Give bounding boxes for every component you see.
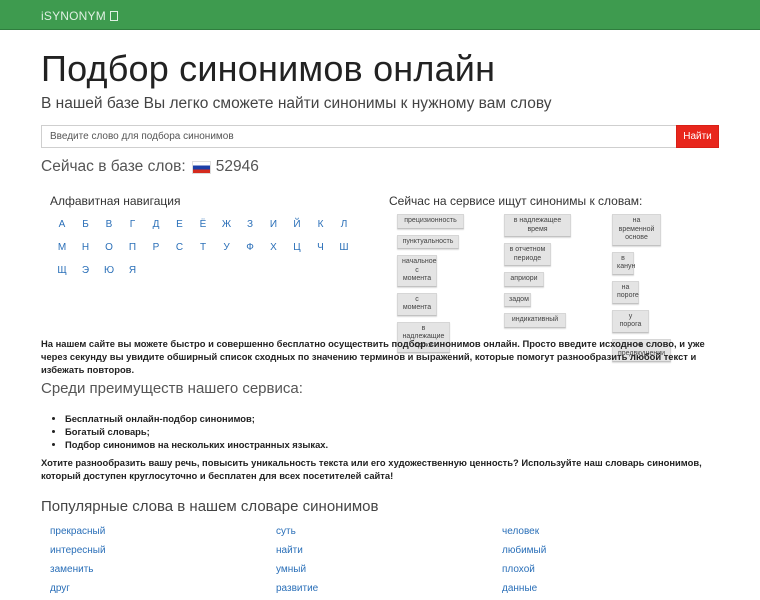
page-subtitle: В нашей базе Вы легко сможете найти сино… — [41, 95, 552, 112]
recent-search-tag[interactable]: задом — [504, 292, 531, 307]
popular-word-link[interactable]: суть — [276, 522, 318, 541]
alphabet-letter-link[interactable]: Э — [78, 265, 94, 276]
alphabet-letter-link[interactable]: А — [54, 219, 70, 230]
alphabet-letter-link[interactable]: О — [101, 242, 117, 253]
outro-text: Хотите разнообразить вашу речь, повысить… — [41, 457, 702, 481]
recent-search-tag[interactable]: начальное с момента — [397, 255, 437, 287]
benefits-list: Бесплатный онлайн-подбор синонимов;Богат… — [65, 412, 328, 451]
alphabet-letter-link[interactable]: Д — [148, 219, 164, 230]
popular-word-link[interactable]: прекрасный — [50, 522, 106, 541]
alphabet-letter-link[interactable]: С — [172, 242, 188, 253]
alphabet-letter-link[interactable]: Х — [266, 242, 282, 253]
search-input[interactable] — [41, 125, 677, 148]
popular-words-column: человек любимый плохой данные — [502, 522, 546, 598]
popular-word-link[interactable]: плохой — [502, 560, 546, 579]
alphabet-letter-link[interactable]: Й — [289, 219, 305, 230]
alphabet-letter-link[interactable]: У — [219, 242, 235, 253]
popular-word-link[interactable]: друг — [50, 579, 106, 598]
recent-search-tag[interactable]: пунктуальность — [397, 234, 459, 249]
search-button[interactable]: Найти — [676, 125, 719, 148]
alphabet-letter-link[interactable]: Л — [336, 219, 352, 230]
popular-word-link[interactable]: заменить — [50, 560, 106, 579]
recent-search-tag[interactable]: с момента — [397, 292, 437, 316]
alphabet-nav-title: Алфавитная навигация — [50, 194, 181, 208]
popular-word-link[interactable]: развитие — [276, 579, 318, 598]
benefit-item: Бесплатный онлайн-подбор синонимов; — [65, 412, 328, 425]
alphabet-nav: АБВГДЕЁЖЗИЙКЛМНОПРСТУФХЦЧШЩЭЮЯ — [50, 219, 370, 288]
recent-search-tag[interactable]: в канун — [612, 251, 635, 275]
page-title: Подбор синонимов онлайн — [41, 48, 496, 89]
popular-word-link[interactable]: человек — [502, 522, 546, 541]
alphabet-letter-link[interactable]: З — [242, 219, 258, 230]
alphabet-letter-link[interactable]: Ф — [242, 242, 258, 253]
alphabet-letter-link[interactable]: Ё — [195, 219, 211, 230]
alphabet-row: ЩЭЮЯ — [50, 265, 370, 288]
brand-square-icon — [109, 11, 118, 21]
recent-search-tag[interactable]: на временной основе — [612, 214, 661, 246]
db-count-value: 52946 — [215, 158, 259, 175]
recent-search-tag[interactable]: в надлежащее время — [504, 214, 571, 237]
intro-text: На нашем сайте вы можете быстро и соверш… — [41, 338, 705, 375]
alphabet-letter-link[interactable]: Н — [78, 242, 94, 253]
alphabet-letter-link[interactable]: В — [101, 219, 117, 230]
benefit-item: Подбор синонимов на нескольких иностранн… — [65, 438, 328, 451]
recent-searches-title: Сейчас на сервисе ищут синонимы к словам… — [389, 194, 643, 208]
alphabet-letter-link[interactable]: Ц — [289, 242, 305, 253]
brand-name: iSYNONYM — [41, 9, 106, 23]
alphabet-letter-link[interactable]: Ш — [336, 242, 352, 253]
alphabet-letter-link[interactable]: Р — [148, 242, 164, 253]
top-navbar: iSYNONYM — [0, 0, 760, 30]
recent-search-tag[interactable]: индикативный — [504, 313, 566, 328]
recent-searches-column: в надлежащее время в отчетном периоде апри… — [504, 214, 571, 334]
popular-word-link[interactable]: найти — [276, 541, 318, 560]
db-count: Сейчас в базе слов: 52946 — [41, 158, 259, 176]
alphabet-letter-link[interactable]: Б — [78, 219, 94, 230]
alphabet-letter-link[interactable]: Ч — [313, 242, 329, 253]
brand-logo[interactable]: iSYNONYM — [41, 9, 118, 23]
alphabet-letter-link[interactable]: Щ — [54, 265, 70, 276]
alphabet-row: АБВГДЕЁЖЗИЙКЛ — [50, 219, 370, 242]
popular-words-title: Популярные слова в нашем словаре синоним… — [41, 498, 379, 515]
recent-search-tag[interactable]: в отчетном периоде — [504, 243, 551, 266]
alphabet-letter-link[interactable]: Г — [125, 219, 141, 230]
alphabet-letter-link[interactable]: Ю — [101, 265, 117, 276]
recent-search-tag[interactable]: прецизионность — [397, 214, 464, 229]
alphabet-row: МНОПРСТУФХЦЧШ — [50, 242, 370, 265]
alphabet-letter-link[interactable]: Я — [125, 265, 141, 276]
alphabet-letter-link[interactable]: Т — [195, 242, 211, 253]
recent-search-tag[interactable]: априори — [504, 272, 544, 287]
alphabet-letter-link[interactable]: П — [125, 242, 141, 253]
russian-flag-icon — [191, 160, 211, 174]
popular-words-column: суть найти умный развитие — [276, 522, 318, 598]
popular-word-link[interactable]: интересный — [50, 541, 106, 560]
alphabet-letter-link[interactable]: К — [313, 219, 329, 230]
recent-search-tag[interactable]: на пороге — [612, 280, 639, 304]
alphabet-letter-link[interactable]: М — [54, 242, 70, 253]
alphabet-letter-link[interactable]: И — [266, 219, 282, 230]
alphabet-letter-link[interactable]: Ж — [219, 219, 235, 230]
recent-search-tag[interactable]: у порога — [612, 309, 649, 333]
popular-word-link[interactable]: любимый — [502, 541, 546, 560]
db-count-label: Сейчас в базе слов: — [41, 158, 186, 175]
popular-word-link[interactable]: данные — [502, 579, 546, 598]
popular-word-link[interactable]: умный — [276, 560, 318, 579]
popular-words-column: прекрасный интересный заменить друг — [50, 522, 106, 598]
benefit-item: Богатый словарь; — [65, 425, 328, 438]
benefits-title: Среди преимуществ нашего сервиса: — [41, 380, 303, 397]
alphabet-letter-link[interactable]: Е — [172, 219, 188, 230]
